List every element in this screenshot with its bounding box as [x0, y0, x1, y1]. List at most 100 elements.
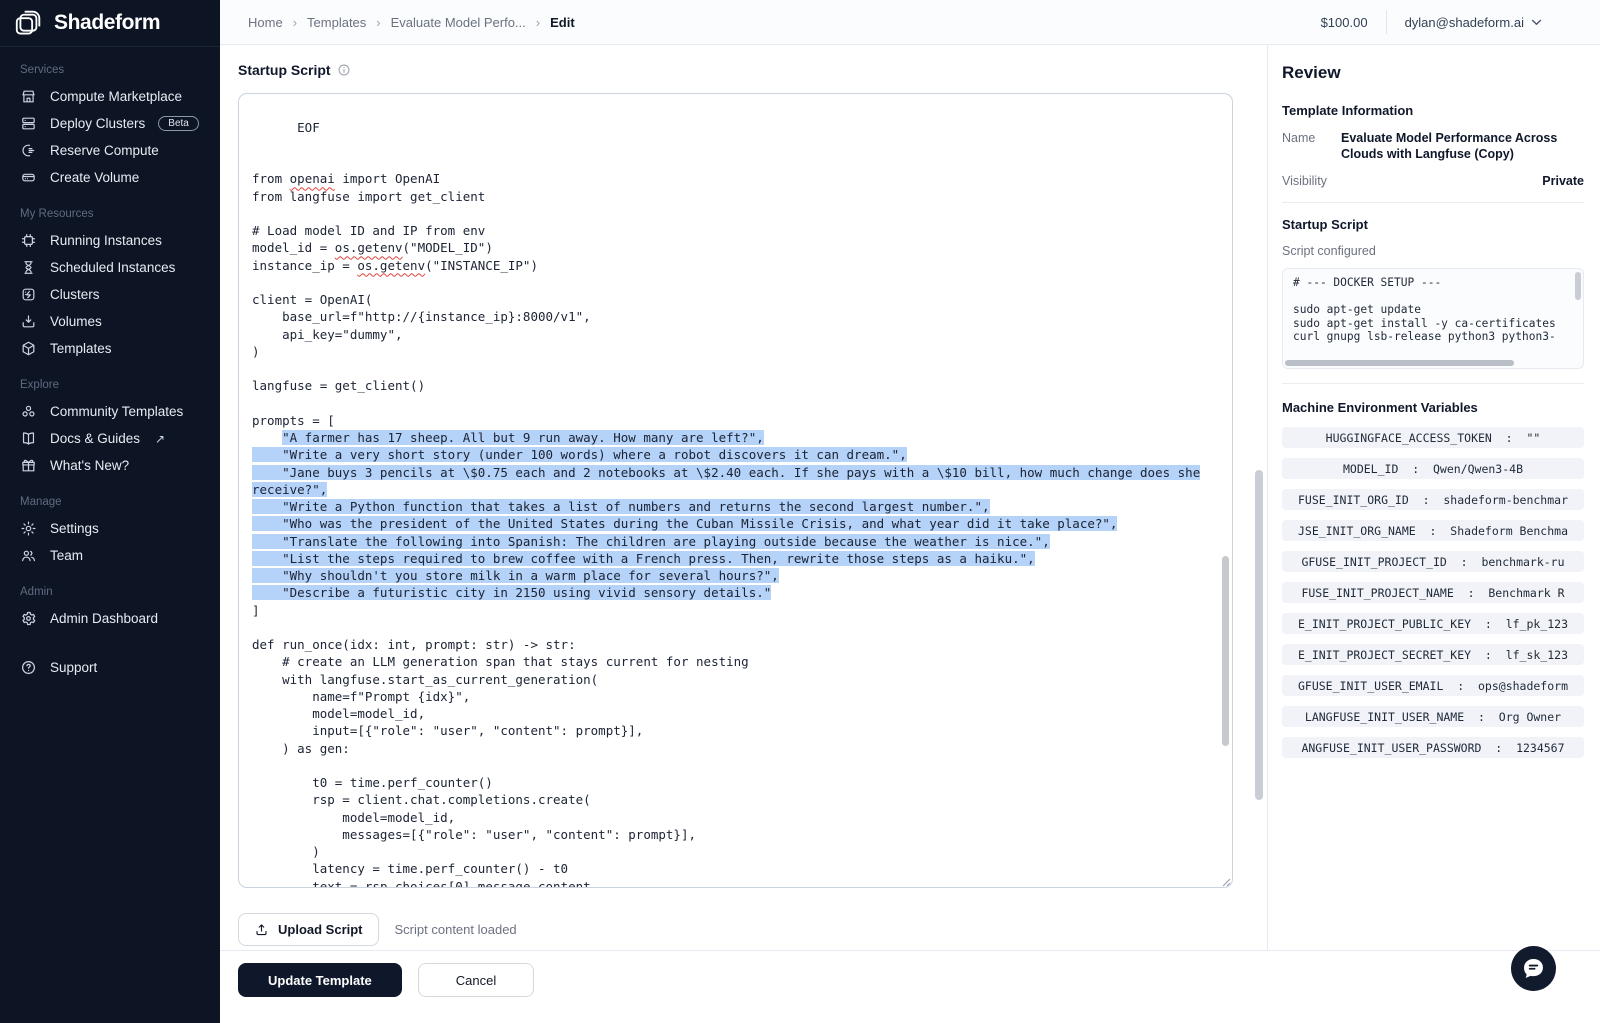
sidebar-section-my-resources: My Resources [20, 208, 200, 220]
env-var-row: E_INIT_PROJECT_SECRET_KEY : lf_sk_123 [1282, 644, 1584, 665]
script-preview[interactable]: # --- DOCKER SETUP --- sudo apt-get upda… [1282, 268, 1584, 369]
editor-vertical-scrollbar[interactable] [1222, 556, 1229, 746]
visibility-label: Visibility [1282, 174, 1327, 188]
team-icon [20, 547, 37, 564]
servers-icon [20, 115, 37, 132]
breadcrumb-separator: › [293, 15, 297, 30]
env-vars-heading: Machine Environment Variables [1282, 400, 1584, 415]
sidebar-item-volumes[interactable]: Volumes [0, 308, 220, 335]
chat-button[interactable] [1511, 946, 1556, 991]
shadeform-logo-icon [12, 7, 44, 39]
env-var-row: GFUSE_INIT_USER_EMAIL : ops@shadeform [1282, 675, 1584, 696]
logo[interactable]: Shadeform [0, 0, 220, 47]
chevron-down-icon [1531, 19, 1542, 26]
preview-horizontal-scrollbar[interactable] [1285, 360, 1514, 366]
sidebar-item-label: Scheduled Instances [50, 260, 175, 275]
external-link-icon: ↗ [155, 432, 165, 446]
script-preview-code: # --- DOCKER SETUP --- sudo apt-get upda… [1293, 276, 1573, 344]
env-vars-list: HUGGINGFACE_ACCESS_TOKEN : "" MODEL_ID : … [1282, 427, 1584, 758]
sidebar-item-create-volume[interactable]: Create Volume [0, 164, 220, 191]
preview-vertical-scrollbar[interactable] [1575, 272, 1581, 300]
divider [1282, 383, 1584, 384]
help-circle-icon [20, 659, 37, 676]
review-title: Review [1282, 63, 1584, 83]
cpu-icon [20, 232, 37, 249]
sidebar-item-label: Compute Marketplace [50, 89, 182, 104]
sidebar-item-templates[interactable]: Templates [0, 335, 220, 362]
sidebar-item-clusters[interactable]: Clusters [0, 281, 220, 308]
sidebar-item-compute-marketplace[interactable]: Compute Marketplace [0, 83, 220, 110]
admin-gear-icon [20, 610, 37, 627]
key-icon [20, 142, 37, 159]
script-configured-status: Script configured [1282, 244, 1584, 258]
community-icon [20, 403, 37, 420]
sidebar-item-label: What's New? [50, 458, 129, 473]
update-template-button[interactable]: Update Template [238, 963, 402, 997]
sidebar: Shadeform Services Compute Marketplace Dep… [0, 0, 220, 1023]
gear-icon [20, 520, 37, 537]
cancel-button[interactable]: Cancel [418, 963, 534, 997]
env-var-row: ANGFUSE_INIT_USER_PASSWORD : 1234567 [1282, 737, 1584, 758]
upload-status: Script content loaded [395, 922, 517, 937]
sidebar-item-settings[interactable]: Settings [0, 515, 220, 542]
divider [1282, 202, 1584, 203]
textarea-resize-grip[interactable] [1219, 874, 1231, 886]
sidebar-item-community-templates[interactable]: Community Templates [0, 398, 220, 425]
env-var-row: FUSE_INIT_PROJECT_NAME : Benchmark R [1282, 582, 1584, 603]
sidebar-item-label: Admin Dashboard [50, 611, 158, 626]
upload-script-button[interactable]: Upload Script [238, 913, 379, 946]
template-name-row: Name Evaluate Model Performance Across C… [1282, 130, 1584, 162]
sidebar-section-admin: Admin [20, 586, 200, 598]
upload-icon [254, 922, 269, 937]
template-name-value: Evaluate Model Performance Across Clouds… [1341, 130, 1584, 162]
topbar: Home›Templates›Evaluate Model Perfo...›E… [220, 0, 1600, 45]
breadcrumb-home[interactable]: Home [248, 15, 283, 30]
sidebar-item-what-s-new[interactable]: What's New? [0, 452, 220, 479]
sidebar-item-label: Clusters [50, 287, 100, 302]
env-var-row: HUGGINGFACE_ACCESS_TOKEN : "" [1282, 427, 1584, 448]
breadcrumb-evaluate-model-perfo[interactable]: Evaluate Model Perfo... [391, 15, 526, 30]
startup-script-label: Startup Script [238, 62, 331, 78]
sidebar-item-label: Support [50, 660, 97, 675]
sidebar-item-running-instances[interactable]: Running Instances [0, 227, 220, 254]
balance[interactable]: $100.00 [1321, 15, 1368, 30]
info-icon[interactable] [337, 63, 351, 77]
startup-script-review-heading: Startup Script [1282, 217, 1584, 232]
env-var-row: JSE_INIT_ORG_NAME : Shadeform Benchma [1282, 520, 1584, 541]
beta-badge: Beta [158, 116, 199, 131]
sidebar-item-docs-guides[interactable]: Docs & Guides ↗ [0, 425, 220, 452]
account-menu[interactable]: dylan@shadeform.ai [1405, 15, 1542, 30]
cube-icon [20, 340, 37, 357]
template-info-heading: Template Information [1282, 103, 1584, 118]
startup-script-code: from openai import OpenAI from langfuse … [252, 170, 1232, 888]
breadcrumb-separator: › [376, 15, 380, 30]
env-var-row: MODEL_ID : Qwen/Qwen3-4B [1282, 458, 1584, 479]
hourglass-icon [20, 259, 37, 276]
sidebar-item-support[interactable]: Support [0, 654, 220, 681]
topbar-right: $100.00 dylan@shadeform.ai [1321, 10, 1542, 34]
tray-down-icon [20, 313, 37, 330]
sidebar-item-label: Settings [50, 521, 99, 536]
chat-bubble-icon [1520, 955, 1547, 982]
sidebar-item-scheduled-instances[interactable]: Scheduled Instances [0, 254, 220, 281]
env-var-row: GFUSE_INIT_PROJECT_ID : benchmark-ru [1282, 551, 1584, 572]
sidebar-section-services: Services [20, 64, 200, 76]
review-panel: Review Template Information Name Evaluat… [1267, 45, 1600, 950]
book-icon [20, 430, 37, 447]
sidebar-item-deploy-clusters[interactable]: Deploy ClustersBeta [0, 110, 220, 137]
sidebar-item-label: Docs & Guides [50, 431, 140, 446]
clipped-code-line: EOF [252, 119, 1232, 136]
gift-icon [20, 457, 37, 474]
sidebar-item-admin-dashboard[interactable]: Admin Dashboard [0, 605, 220, 632]
drive-icon [20, 169, 37, 186]
content-scrollbar[interactable] [1255, 470, 1263, 800]
footer: Update Template Cancel [220, 950, 1600, 1023]
sidebar-item-reserve-compute[interactable]: Reserve Compute [0, 137, 220, 164]
visibility-row: Visibility Private [1282, 174, 1584, 188]
sidebar-item-label: Templates [50, 341, 112, 356]
breadcrumb-templates[interactable]: Templates [307, 15, 366, 30]
sidebar-item-team[interactable]: Team [0, 542, 220, 569]
main-content: Startup Script EOF from openai import Op… [220, 45, 1267, 950]
breadcrumb: Home›Templates›Evaluate Model Perfo...›E… [248, 15, 575, 30]
startup-script-textarea[interactable]: EOF from openai import OpenAI from langf… [238, 93, 1233, 888]
